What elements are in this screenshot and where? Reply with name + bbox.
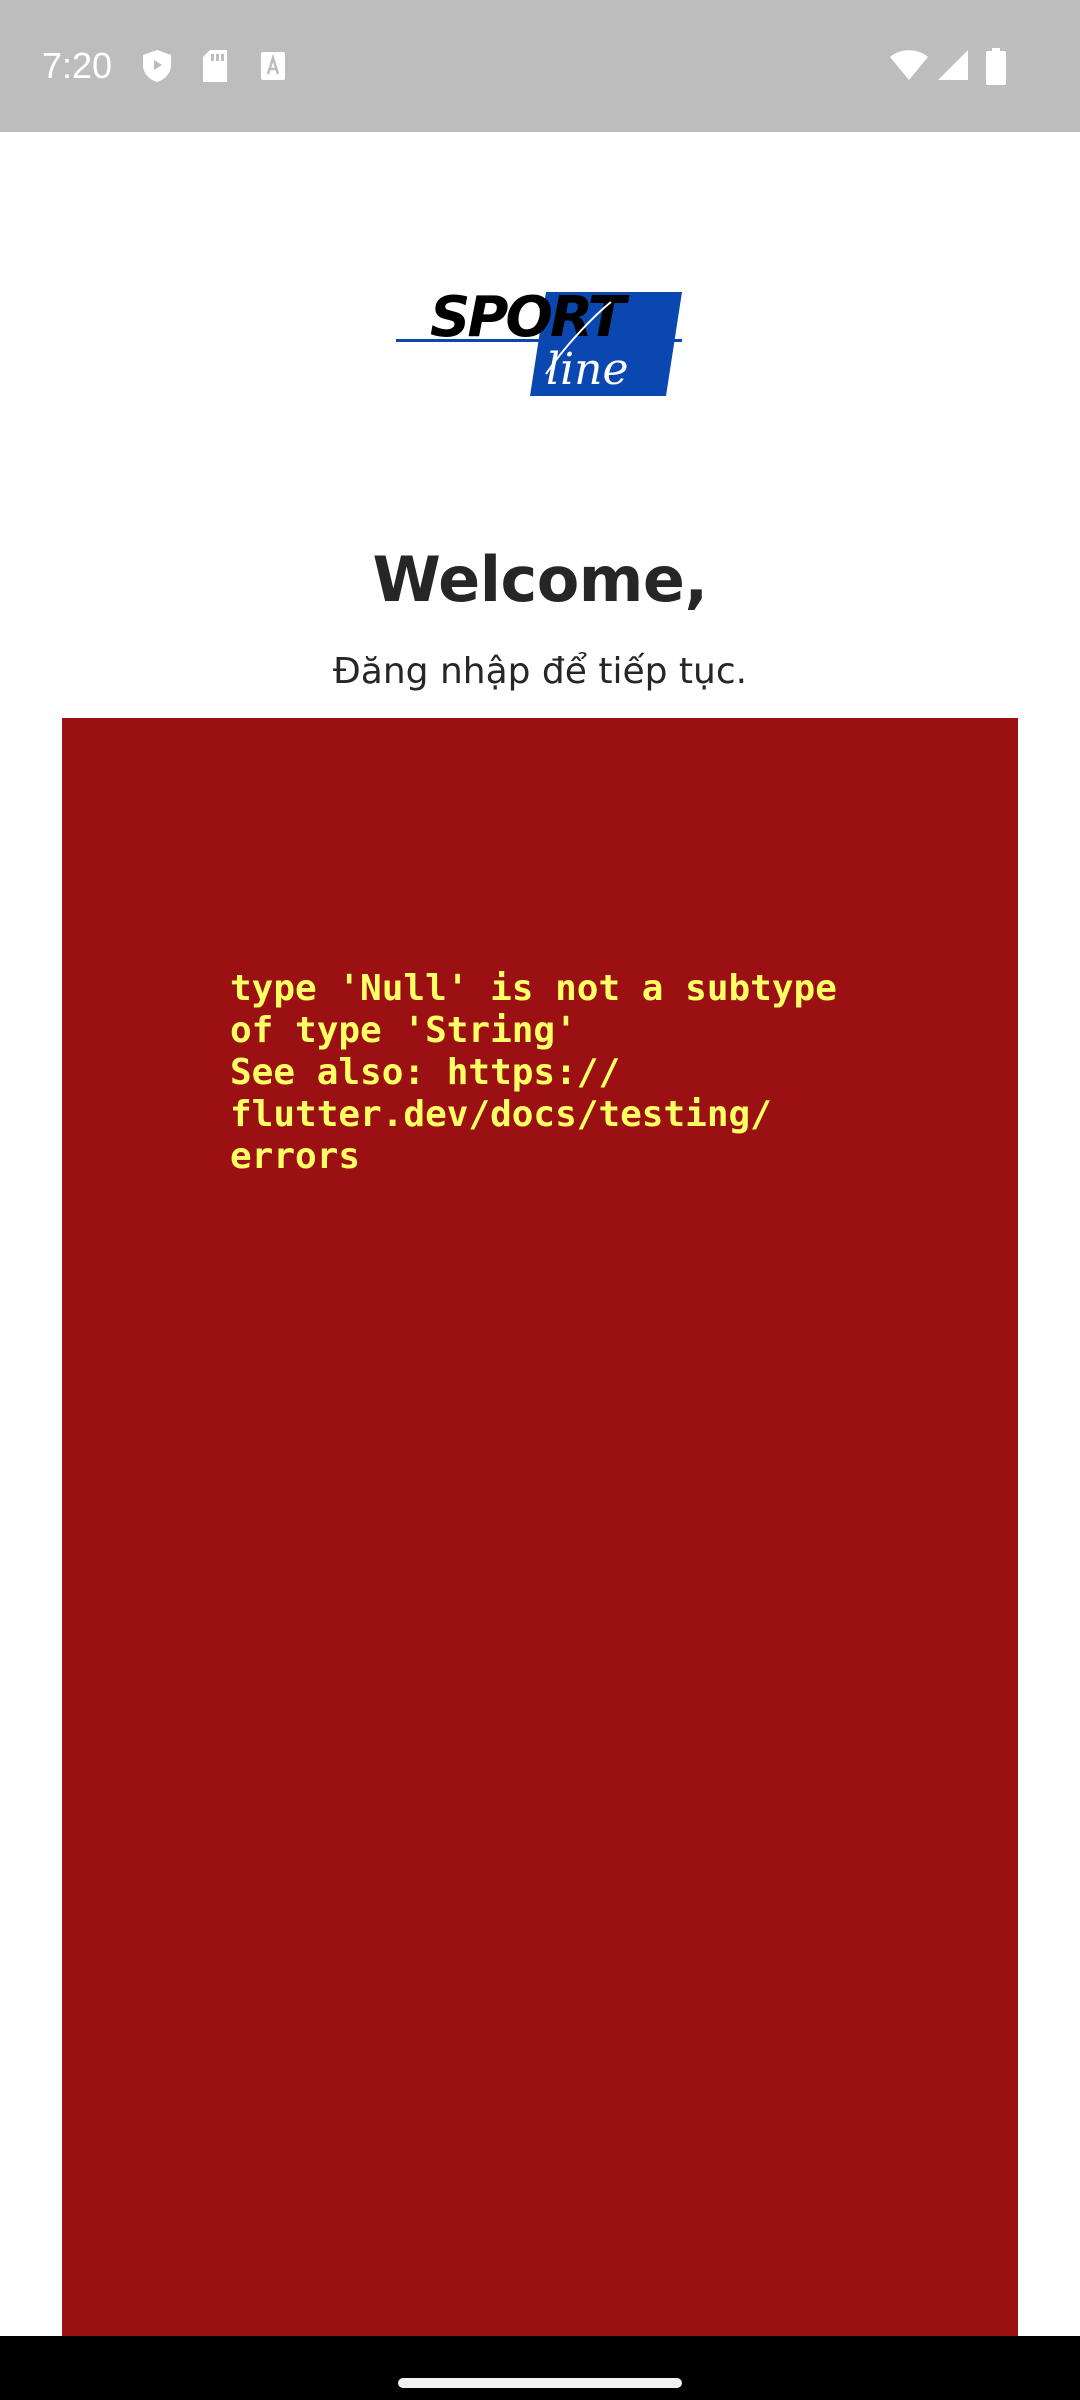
keyboard-icon bbox=[261, 52, 285, 80]
svg-text:line: line bbox=[546, 344, 629, 395]
svg-text:SPORT: SPORT bbox=[430, 285, 630, 350]
wifi-icon bbox=[890, 50, 928, 80]
welcome-title: Welcome, bbox=[372, 543, 708, 616]
error-message: type 'Null' is not a subtype of type 'St… bbox=[230, 968, 837, 1177]
cellular-signal-icon bbox=[938, 50, 968, 80]
sd-card-icon bbox=[203, 50, 227, 82]
navigation-bar bbox=[0, 2336, 1080, 2400]
error-panel: type 'Null' is not a subtype of type 'St… bbox=[62, 718, 1018, 2336]
status-bar: 7:20 bbox=[0, 0, 1080, 132]
home-handle[interactable] bbox=[398, 2378, 682, 2388]
battery-icon bbox=[986, 48, 1006, 85]
welcome-subtitle: Đăng nhập để tiếp tục. bbox=[332, 651, 748, 692]
shield-icon bbox=[143, 50, 171, 82]
status-time: 7:20 bbox=[42, 45, 113, 86]
sportline-logo: SPORT line bbox=[396, 285, 682, 396]
